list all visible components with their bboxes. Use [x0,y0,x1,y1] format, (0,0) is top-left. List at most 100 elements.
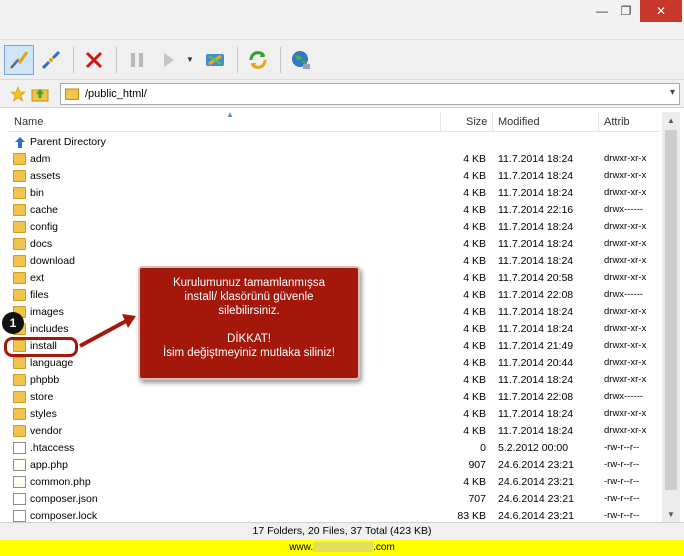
file-row[interactable]: app.php 907 24.6.2014 23:21 -rw-r--r-- [8,457,660,474]
column-header-attrib[interactable]: Attrib [604,116,630,128]
row-attrib: -rw-r--r-- [604,476,640,487]
row-attrib: -rw-r--r-- [604,442,640,453]
connect-button[interactable] [4,44,34,75]
globe-button[interactable] [286,45,316,75]
maximize-button[interactable]: ❐ [614,0,638,22]
file-icon [13,442,26,454]
file-row[interactable]: docs 4 KB 11.7.2014 18:24 drwxr-xr-x [8,236,660,253]
row-attrib: drwxr-xr-x [604,374,647,385]
path-value: /public_html/ [85,87,147,100]
callout-line-5: İsim değiştmeyiniz mutlaka siliniz! [163,347,335,359]
row-name: common.php [30,476,91,488]
path-input[interactable]: /public_html/ ▾ [60,82,680,105]
folder-icon [13,153,26,165]
row-attrib: drwx------ [604,204,644,215]
connect-icon [9,50,29,69]
column-divider[interactable] [440,112,441,132]
folder-icon [13,357,26,369]
column-divider[interactable] [492,112,493,132]
row-size: 4 KB [463,323,486,335]
column-header-name[interactable]: Name [14,116,43,128]
file-row[interactable]: adm 4 KB 11.7.2014 18:24 drwxr-xr-x [8,151,660,168]
row-attrib: drwxr-xr-x [604,306,647,317]
up-folder-button[interactable] [30,84,50,104]
file-row[interactable]: bin 4 KB 11.7.2014 18:24 drwxr-xr-x [8,185,660,202]
row-modified: 11.7.2014 18:24 [498,408,574,420]
row-attrib: drwxr-xr-x [604,255,647,266]
row-size: 4 KB [463,272,486,284]
file-row[interactable]: assets 4 KB 11.7.2014 18:24 drwxr-xr-x [8,168,660,185]
refresh-button[interactable] [243,45,273,75]
row-modified: 24.6.2014 23:21 [498,476,574,488]
toolbar-separator [237,46,238,73]
file-row[interactable]: store 4 KB 11.7.2014 22:08 drwx------ [8,389,660,406]
row-attrib: drwxr-xr-x [604,425,647,436]
sync-button[interactable] [200,45,230,75]
file-row[interactable]: .htaccess 0 5.2.2012 00:00 -rw-r--r-- [8,440,660,457]
row-name: docs [30,238,53,250]
row-modified: 11.7.2014 21:49 [498,340,574,352]
callout-arrow [79,314,136,348]
row-name: phpbb [30,374,60,386]
row-name: composer.lock [30,510,98,522]
column-divider[interactable] [598,112,599,132]
bookmark-button[interactable] [8,84,28,104]
file-row[interactable]: cache 4 KB 11.7.2014 22:16 drwx------ [8,202,660,219]
file-row[interactable]: styles 4 KB 11.7.2014 18:24 drwxr-xr-x [8,406,660,423]
toolbar-separator [73,46,74,73]
row-attrib: drwx------ [604,391,644,402]
pause-icon [131,52,143,67]
row-name: bin [30,187,45,199]
scroll-up-button[interactable]: ▲ [662,112,680,128]
scroll-thumb[interactable] [665,130,677,490]
refresh-icon [249,50,267,69]
callout-line-4: DİKKAT! [227,333,271,345]
abort-button[interactable] [79,45,109,75]
file-row[interactable]: config 4 KB 11.7.2014 18:24 drwxr-xr-x [8,219,660,236]
file-row[interactable]: composer.lock 83 KB 24.6.2014 23:21 -rw-r--… [8,508,660,522]
up-folder-icon [31,88,49,101]
abort-icon [85,51,103,68]
file-row[interactable]: common.php 4 KB 24.6.2014 23:21 -rw-r--r-- [8,474,660,491]
file-row[interactable]: vendor 4 KB 11.7.2014 18:24 drwxr-xr-x [8,423,660,440]
row-size: 4 KB [463,408,486,420]
row-modified: 11.7.2014 18:24 [498,170,574,182]
callout-line-2: install/ klasörünü güvenle [184,291,314,303]
parent-directory-row[interactable]: Parent Directory [8,134,660,151]
transfer-dropdown[interactable]: ▼ [186,55,196,64]
close-button[interactable]: ✕ [640,0,682,22]
row-name: store [30,391,54,403]
minimize-button[interactable]: — [590,0,614,22]
row-name: adm [30,153,51,165]
row-size: 707 [468,493,486,505]
file-icon [13,510,26,522]
chevron-down-icon[interactable]: ▾ [670,87,675,98]
row-size: 4 KB [463,221,486,233]
disconnect-icon [41,50,61,69]
vertical-scrollbar[interactable]: ▲ ▼ [662,112,680,522]
file-icon [13,493,26,505]
toolbar-separator [280,46,281,73]
row-name: .htaccess [30,442,75,454]
pause-button[interactable] [122,45,152,75]
transfer-icon [164,52,174,67]
scroll-down-button[interactable]: ▼ [662,506,680,522]
file-row[interactable]: composer.json 707 24.6.2014 23:21 -rw-r--r-… [8,491,660,508]
row-modified: 11.7.2014 20:44 [498,357,574,369]
disconnect-button[interactable] [36,45,66,75]
row-size: 4 KB [463,238,486,250]
folder-icon [13,170,26,182]
folder-icon [13,255,26,267]
column-header-modified[interactable]: Modified [498,116,540,128]
row-name: files [30,289,49,301]
folder-icon [13,221,26,233]
transfer-button[interactable] [154,45,184,75]
folder-icon [13,238,26,250]
folder-icon [13,272,26,284]
column-header-size[interactable]: Size [466,116,487,128]
callout-line-3: silebilirsiniz. [218,305,280,317]
row-attrib: drwxr-xr-x [604,221,647,232]
row-attrib: drwx------ [604,289,644,300]
parent-directory-icon [13,136,26,148]
php-file-icon [13,476,26,488]
